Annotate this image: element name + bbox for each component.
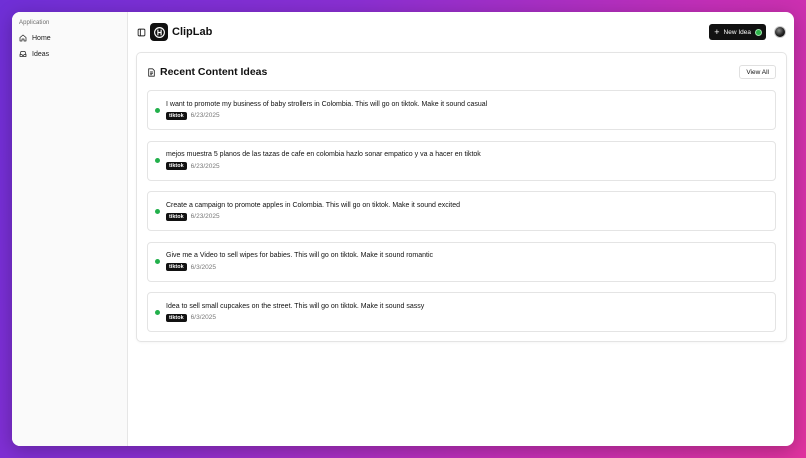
list-item[interactable]: Create a campaign to promote apples in C… bbox=[147, 191, 776, 231]
idea-list: I want to promote my business of baby st… bbox=[147, 90, 776, 332]
list-item[interactable]: Give me a Video to sell wipes for babies… bbox=[147, 241, 776, 282]
inbox-icon bbox=[19, 51, 27, 57]
platform-tag: tiktok bbox=[166, 212, 187, 221]
app-logo bbox=[150, 23, 168, 41]
plus-icon: + bbox=[714, 26, 720, 37]
platform-tag: tiktok bbox=[166, 162, 187, 170]
sidebar-toggle-icon bbox=[137, 28, 145, 36]
idea-text: Idea to sell small cupcakes on the stree… bbox=[166, 302, 425, 310]
sidebar-group-label: Application bbox=[19, 20, 50, 26]
document-icon bbox=[148, 67, 155, 77]
platform-tag: tiktok bbox=[166, 111, 187, 120]
card-header: Recent Content Ideas View All bbox=[147, 64, 776, 80]
status-dot bbox=[155, 208, 160, 214]
recent-ideas-card: Recent Content Ideas View All I want to … bbox=[136, 52, 787, 342]
sidebar-toggle-button[interactable] bbox=[136, 27, 146, 37]
idea-text: I want to promote my business of baby st… bbox=[166, 100, 488, 108]
logo-icon bbox=[153, 26, 165, 38]
list-item[interactable]: mejos muestra 5 planos de las tazas de c… bbox=[147, 140, 776, 181]
list-item[interactable]: I want to promote my business of baby st… bbox=[147, 90, 776, 130]
new-idea-button[interactable]: + New Idea bbox=[709, 24, 766, 40]
sidebar-item-label: Ideas bbox=[32, 50, 50, 58]
view-all-button[interactable]: View All bbox=[739, 65, 776, 79]
idea-date: 6/3/2025 bbox=[190, 263, 216, 271]
idea-date: 6/23/2025 bbox=[190, 162, 220, 170]
new-idea-label: New Idea bbox=[723, 28, 751, 36]
idea-date: 6/23/2025 bbox=[190, 213, 220, 220]
status-dot bbox=[155, 259, 160, 264]
main-content: ClipLab + New Idea Recent Content Ideas bbox=[128, 12, 794, 446]
status-indicator-icon bbox=[755, 28, 762, 36]
idea-text: Give me a Video to sell wipes for babies… bbox=[166, 252, 434, 259]
card-title: Recent Content Ideas bbox=[160, 66, 268, 78]
sidebar-item-home[interactable]: Home bbox=[18, 30, 121, 46]
list-item[interactable]: Idea to sell small cupcakes on the stree… bbox=[147, 292, 776, 332]
idea-text: mejos muestra 5 planos de las tazas de c… bbox=[166, 151, 481, 158]
platform-tag: tiktok bbox=[166, 313, 187, 322]
user-avatar[interactable] bbox=[774, 26, 786, 38]
sidebar-item-ideas[interactable]: Ideas bbox=[18, 46, 121, 62]
sidebar: Application Home Ideas bbox=[12, 12, 128, 446]
sidebar-item-label: Home bbox=[32, 34, 51, 42]
status-dot bbox=[155, 158, 160, 163]
idea-date: 6/3/2025 bbox=[190, 314, 216, 321]
app-title: ClipLab bbox=[172, 26, 213, 38]
app-window: Application Home Ideas ClipLab + New Ide… bbox=[12, 12, 794, 446]
home-icon bbox=[19, 34, 27, 42]
top-header: ClipLab + New Idea bbox=[128, 12, 794, 52]
idea-date: 6/23/2025 bbox=[190, 112, 220, 119]
status-dot bbox=[155, 107, 160, 113]
platform-tag: tiktok bbox=[166, 263, 187, 271]
idea-text: Create a campaign to promote apples in C… bbox=[166, 201, 461, 209]
header-actions: + New Idea bbox=[709, 24, 786, 40]
status-dot bbox=[155, 309, 160, 315]
